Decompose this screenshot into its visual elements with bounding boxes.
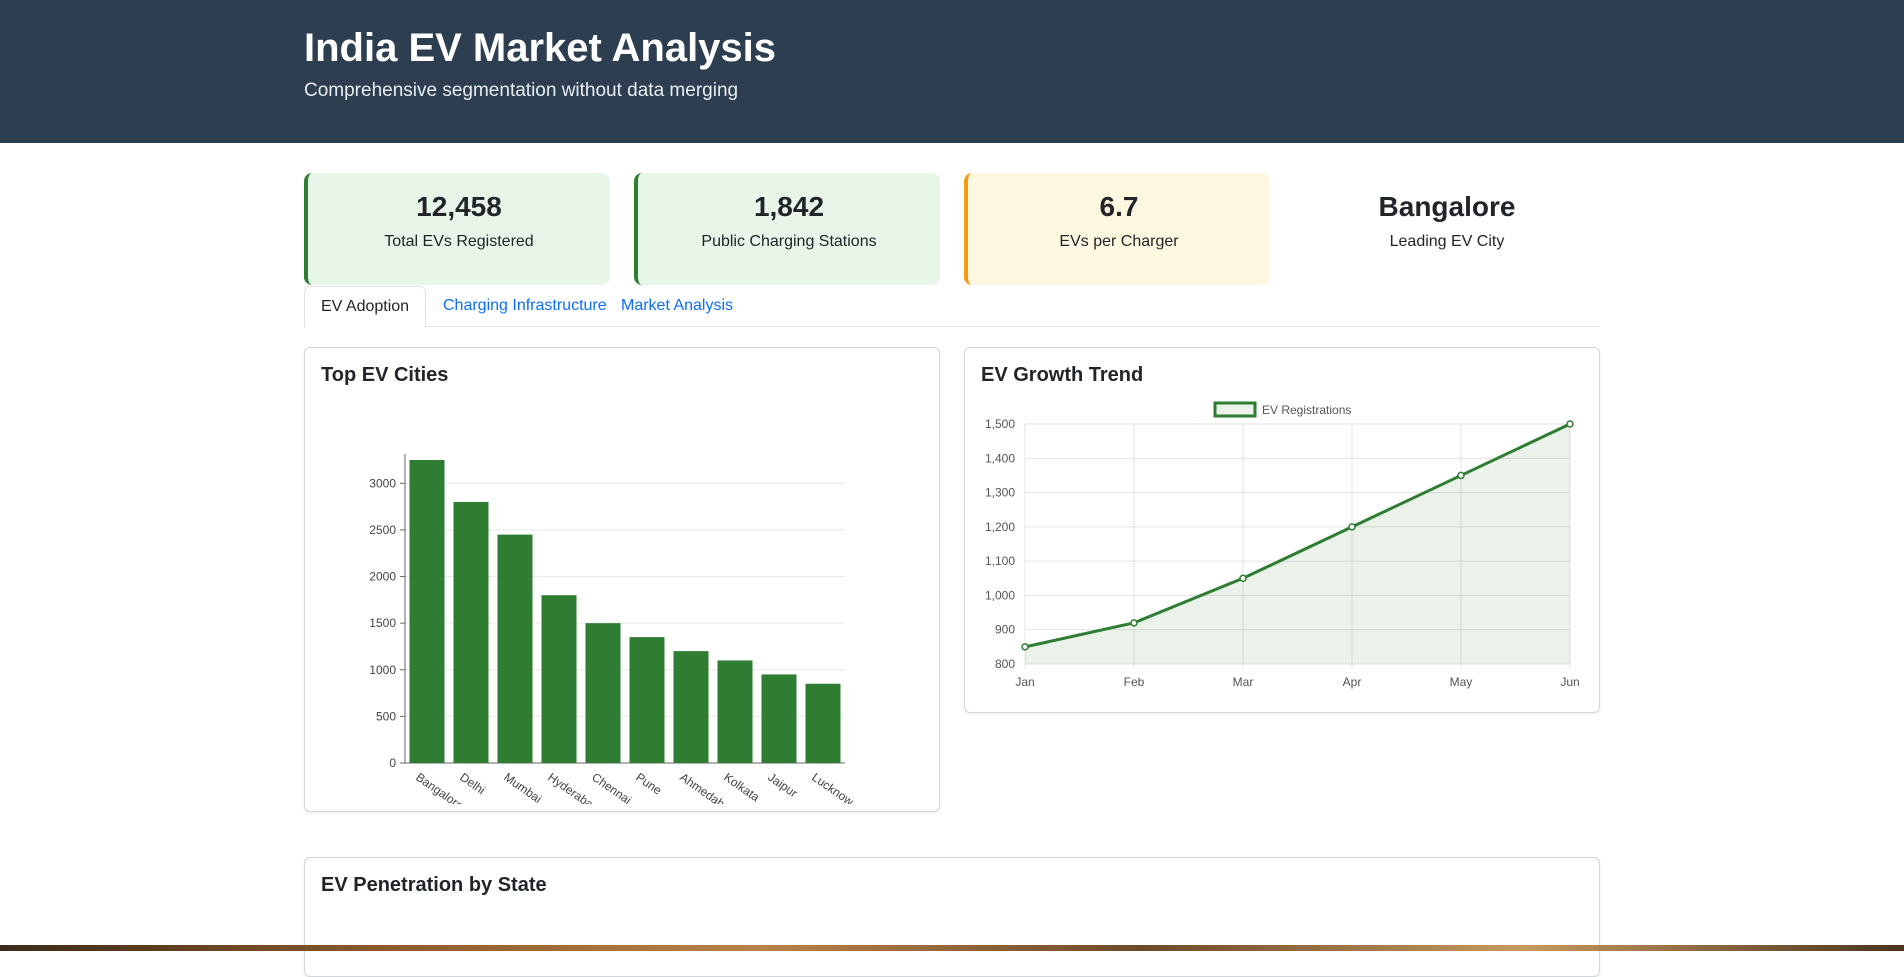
bar-kolkata (717, 660, 753, 763)
stat-value: 1,842 (753, 191, 825, 222)
y-tick-label: 3000 (369, 476, 396, 490)
stat-card-leading-city: Bangalore Leading EV City (1294, 173, 1600, 285)
bar-chennai (585, 623, 621, 763)
y-tick-label: 1,000 (985, 588, 1015, 602)
legend-label: EV Registrations (1262, 403, 1351, 417)
x-tick-label: Feb (1124, 675, 1145, 689)
legend-swatch (1213, 401, 1257, 418)
x-tick-label: May (1450, 675, 1473, 689)
data-point (1021, 643, 1029, 651)
x-tick-label: Jan (1015, 675, 1034, 689)
growth-trend-card: EV Growth Trend 800 900 1,000 1,100 1,200 1,3… (964, 347, 1600, 713)
card-title: EV Penetration by State (321, 874, 547, 896)
y-tick-label: 1,400 (985, 451, 1015, 465)
x-tick-label: Apr (1343, 675, 1362, 689)
bar-delhi (453, 501, 489, 763)
tab-bar: EV Adoption Charging Infrastructure Mark… (304, 286, 1600, 328)
y-tick-label: 1,100 (985, 554, 1015, 568)
data-point (1239, 574, 1247, 583)
bar-mumbai (497, 534, 533, 763)
x-tick-label: Jun (1560, 675, 1579, 689)
stat-card-charging-stations: 1,842 Public Charging Stations (634, 173, 940, 285)
stat-value: 12,458 (416, 191, 502, 222)
stat-label: Public Charging Stations (701, 233, 877, 250)
y-tick-label: 900 (995, 623, 1015, 637)
bar-jaipur (761, 674, 797, 763)
y-tick-label: 1,300 (985, 486, 1015, 500)
card-title: Top EV Cities (321, 364, 449, 386)
bar-bangalore (409, 460, 445, 763)
x-tick-label: Lucknow (809, 770, 856, 804)
x-tick-label: Delhi (457, 770, 487, 797)
growth-trend-line-chart: 800 900 1,000 1,100 1,200 1,300 1,400 1,500 Jan F… (985, 401, 1580, 689)
x-tick-label: Mumbai (501, 770, 544, 804)
y-tick-label: 1,500 (985, 417, 1015, 431)
bar-ahmedabad (673, 651, 709, 763)
x-tick-label: Bangalore (413, 770, 466, 804)
top-cities-card: Top EV Cities 0 500 1000 1500 2000 2500 3000 Ba… (304, 347, 940, 812)
data-point (1348, 523, 1356, 531)
data-point (1130, 619, 1138, 627)
page-header: India EV Market Analysis Comprehensive s… (0, 0, 1904, 143)
stat-label: Total EVs Registered (384, 233, 534, 250)
stat-card-evs-per-charger: 6.7 EVs per Charger (964, 173, 1270, 285)
x-tick-label: Jaipur (765, 770, 800, 800)
y-tick-label: 1000 (369, 663, 396, 677)
x-tick-label: Pune (633, 770, 664, 798)
background-image-strip (0, 945, 1904, 951)
y-tick-label: 2000 (369, 570, 396, 584)
stat-label: EVs per Charger (1059, 233, 1179, 250)
data-point (1566, 420, 1574, 428)
bar-hyderabad (541, 595, 577, 763)
data-point (1457, 471, 1465, 480)
stat-card-total-evs: 12,458 Total EVs Registered (304, 173, 610, 285)
x-tick-label: Mar (1233, 675, 1254, 689)
y-tick-label: 500 (376, 709, 396, 723)
stat-value: 6.7 (1099, 191, 1139, 222)
page-title: India EV Market Analysis (304, 26, 777, 70)
y-tick-label: 0 (389, 756, 396, 770)
stat-value: Bangalore (1378, 191, 1516, 222)
y-tick-label: 800 (995, 657, 1015, 671)
penetration-card: EV Penetration by State (304, 857, 1600, 977)
y-tick-label: 2500 (369, 523, 396, 537)
tab-market-analysis[interactable]: Market Analysis (605, 286, 749, 327)
y-tick-label: 1500 (369, 616, 396, 630)
card-title: EV Growth Trend (981, 364, 1144, 386)
bar-lucknow (805, 683, 841, 763)
top-cities-bar-chart: 0 500 1000 1500 2000 2500 3000 BangaloreDelhi Mu… (369, 454, 856, 804)
page-subtitle: Comprehensive segmentation without data … (304, 80, 739, 101)
tab-ev-adoption[interactable]: EV Adoption (304, 286, 427, 328)
bar-pune (629, 637, 665, 763)
stat-label: Leading EV City (1389, 233, 1505, 250)
tab-charging-infrastructure[interactable]: Charging Infrastructure (427, 286, 623, 327)
y-tick-label: 1,200 (985, 520, 1015, 534)
